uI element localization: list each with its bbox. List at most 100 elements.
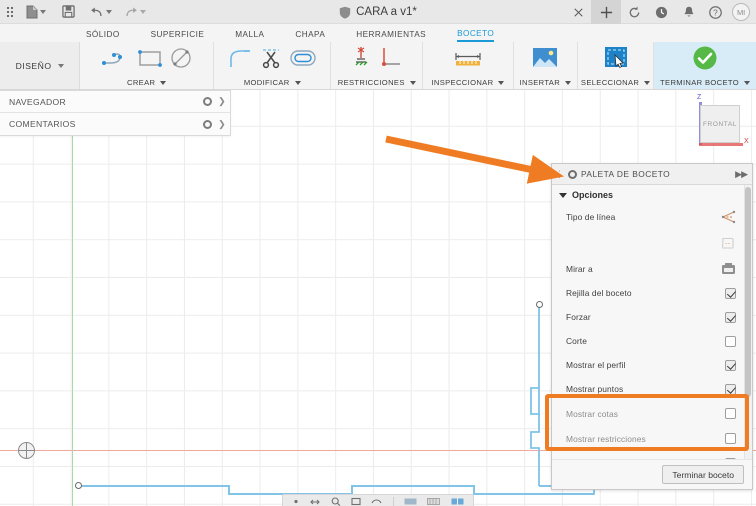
rectangle-icon[interactable] (137, 47, 163, 74)
new-tab-icon[interactable] (591, 0, 621, 24)
tab-malla[interactable]: MALLA (235, 30, 264, 42)
option-forzar[interactable]: Forzar (552, 305, 752, 329)
option-tipo-de-linea[interactable]: Tipo de línea (552, 205, 752, 229)
coincident-constraint-icon[interactable] (350, 46, 372, 75)
chevron-right-icon[interactable]: ❯ (218, 119, 226, 130)
trim-scissors-icon[interactable] (259, 47, 283, 74)
tab-chapa[interactable]: CHAPA (295, 30, 325, 42)
pan-icon[interactable] (310, 497, 321, 506)
sketch-endpoint-top[interactable] (536, 301, 543, 308)
look-at-icon[interactable] (720, 261, 736, 277)
ribbon-group-label-crear[interactable]: CREAR (127, 78, 167, 87)
option-mostrar-el-perfil[interactable]: Mostrar el perfil (552, 353, 752, 377)
redo-icon[interactable] (121, 1, 149, 23)
spline-icon[interactable] (101, 47, 130, 74)
finish-check-icon[interactable] (692, 45, 718, 76)
section-header-opciones[interactable]: Opciones (552, 185, 752, 205)
linetype-sketch-icon[interactable] (720, 235, 736, 251)
offset-icon[interactable] (290, 47, 316, 74)
settings-dot-icon[interactable] (203, 119, 213, 129)
tab-superficie[interactable]: SUPERFICIE (151, 30, 205, 42)
workspace-switcher[interactable]: DISEÑO (0, 42, 81, 89)
orbit-icon[interactable] (292, 497, 300, 506)
terminar-boceto-button[interactable]: Terminar boceto (662, 465, 744, 484)
app-menu-icon[interactable] (2, 1, 22, 23)
circle-line-icon[interactable] (170, 47, 192, 74)
checkbox-mostrar-puntos[interactable] (725, 383, 736, 395)
sketch-endpoint-left[interactable] (75, 482, 82, 489)
ribbon-group-inspeccionar: INSPECCIONAR (423, 42, 514, 89)
fit-icon[interactable] (351, 497, 361, 506)
measure-icon[interactable] (453, 47, 483, 74)
view-cube[interactable]: Z FRONTAL X (684, 94, 750, 156)
viewports-icon[interactable] (427, 497, 441, 506)
inspeccionar-icons (453, 45, 483, 75)
user-avatar[interactable]: MI (732, 3, 750, 21)
option-tipo-de-linea-secondary[interactable] (552, 229, 752, 257)
chevron-down-icon[interactable] (140, 9, 146, 14)
ribbon-group-seleccionar: SELECCIONAR (578, 42, 655, 89)
ribbon-group-label-seleccionar[interactable]: SELECCIONAR (581, 78, 651, 87)
checkbox-corte[interactable] (725, 335, 736, 347)
triangle-down-icon[interactable] (559, 192, 567, 198)
grid-settings-icon[interactable] (404, 497, 417, 506)
undo-icon[interactable] (87, 1, 115, 23)
checkbox-mostrar-geometrias-proyectadas[interactable] (725, 457, 736, 459)
option-label: Tipo de línea (566, 212, 616, 222)
option-rejilla-del-boceto[interactable]: Rejilla del boceto (552, 281, 752, 305)
recent-icon[interactable] (648, 0, 675, 24)
insertar-icons (531, 45, 559, 75)
linetype-construction-icon[interactable] (720, 209, 736, 225)
checkbox-rejilla-del-boceto[interactable] (725, 287, 736, 299)
settings-dot-icon[interactable] (203, 97, 213, 106)
chevron-right-icon[interactable]: ❯ (218, 96, 226, 107)
select-window-icon[interactable] (602, 45, 630, 76)
tab-herramientas[interactable]: HERRAMIENTAS (356, 30, 426, 42)
help-icon[interactable]: ? (702, 0, 729, 24)
chevron-down-icon[interactable] (409, 80, 416, 85)
display-settings-icon[interactable] (371, 497, 382, 506)
chevron-down-icon[interactable] (565, 80, 572, 85)
chevron-down-icon[interactable] (644, 80, 651, 85)
option-mostrar-geometrias-proyectadas[interactable]: Mostrar las geometrías proyectadas (552, 451, 752, 459)
option-mirar-a[interactable]: Mirar a (552, 257, 752, 281)
tab-solido[interactable]: SÓLIDO (86, 30, 120, 42)
ribbon-group-label-terminar-boceto[interactable]: TERMINAR BOCETO (660, 78, 750, 87)
tab-boceto[interactable]: BOCETO (457, 29, 495, 42)
ribbon-group-terminar-boceto[interactable]: TERMINAR BOCETO (654, 42, 756, 89)
new-file-icon[interactable] (23, 1, 49, 23)
browser-row-comentarios[interactable]: COMENTARIOS ❯ (0, 113, 230, 135)
fillet-icon[interactable] (228, 47, 252, 74)
layout-icon[interactable] (451, 497, 464, 506)
perpendicular-constraint-icon[interactable] (379, 46, 403, 75)
refresh-icon[interactable] (621, 0, 648, 24)
checkbox-forzar[interactable] (725, 311, 736, 323)
view-cube-face-frontal[interactable]: FRONTAL (700, 105, 740, 143)
grip-icon[interactable]: ⋮ (555, 169, 564, 179)
chevron-down-icon[interactable] (160, 80, 167, 85)
chevron-down-icon[interactable] (106, 9, 112, 14)
chevron-down-icon[interactable] (294, 80, 301, 85)
terminar-boceto-icons (692, 45, 718, 75)
chevron-down-icon[interactable] (57, 63, 64, 68)
insert-image-icon[interactable] (531, 46, 559, 75)
sketch-palette-header[interactable]: ⋮ PALETA DE BOCETO ▶▶ (552, 164, 752, 185)
palette-scrollbar-thumb[interactable] (745, 187, 751, 397)
chevron-down-icon[interactable] (498, 80, 505, 85)
save-icon[interactable] (58, 1, 78, 23)
notifications-bell-icon[interactable] (675, 0, 702, 24)
zoom-icon[interactable] (331, 497, 341, 506)
ribbon-group-label-insertar[interactable]: INSERTAR (520, 78, 572, 87)
chevron-down-icon[interactable] (744, 80, 750, 85)
restricciones-icons (350, 45, 403, 75)
ribbon-group-label-inspeccionar[interactable]: INSPECCIONAR (431, 78, 505, 87)
ribbon-group-label-modificar[interactable]: MODIFICAR (244, 78, 301, 87)
option-corte[interactable]: Corte (552, 329, 752, 353)
chevron-down-icon[interactable] (40, 9, 46, 14)
browser-row-navegador[interactable]: NAVEGADOR ❯ (0, 91, 230, 113)
checkbox-mostrar-el-perfil[interactable] (725, 359, 736, 371)
close-tab-icon[interactable] (565, 0, 591, 24)
expand-right-icon[interactable]: ▶▶ (735, 169, 748, 180)
palette-settings-icon[interactable] (568, 169, 577, 179)
ribbon-group-label-restricciones[interactable]: RESTRICCIONES (338, 78, 416, 87)
